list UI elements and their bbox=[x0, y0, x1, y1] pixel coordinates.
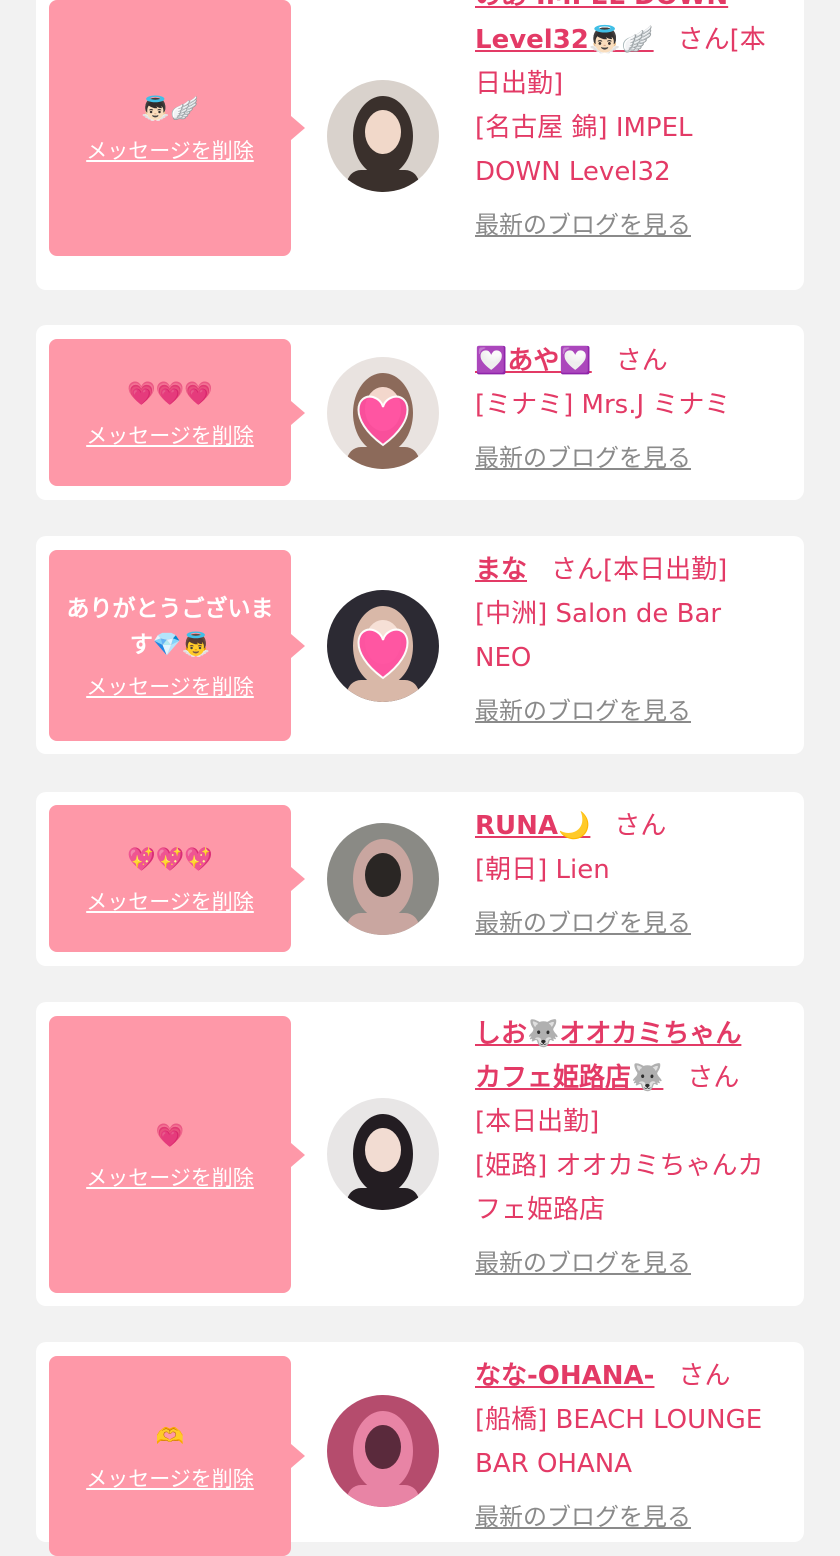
cast-name-link[interactable]: しお🐺オオカミちゃん bbox=[475, 1019, 741, 1049]
latest-blog-link[interactable]: 最新のブログを見る bbox=[475, 208, 691, 242]
cast-name-link[interactable]: Level32👼🏻🪽 bbox=[475, 25, 654, 55]
name-line: Level32👼🏻🪽 さん[本 bbox=[475, 18, 795, 62]
delete-message-link[interactable]: メッセージを削除 bbox=[86, 1162, 254, 1192]
shift-status: [本日出勤] bbox=[603, 555, 728, 585]
cast-info: 💟あや💟 さん [ミナミ] Mrs.J ミナミ最新のブログを見る bbox=[475, 339, 795, 475]
message-text: 🫶 bbox=[155, 1424, 185, 1450]
avatar[interactable] bbox=[327, 80, 439, 192]
delete-message-link[interactable]: メッセージを削除 bbox=[86, 420, 254, 450]
avatar[interactable] bbox=[327, 1098, 439, 1210]
honorific: さん bbox=[677, 25, 730, 55]
profile-photo-icon bbox=[327, 1098, 439, 1210]
message-bubble: 🫶 メッセージを削除 bbox=[49, 1356, 305, 1556]
cast-info: RUNA🌙 さん [朝日] Lien 最新のブログを見る bbox=[475, 804, 795, 940]
name-line: カフェ姫路店🐺 さん bbox=[475, 1056, 795, 1100]
shop-info-line: [船橋] BEACH LOUNGE bbox=[475, 1405, 763, 1435]
cast-info: のあ IMPEL DOWN Level32👼🏻🪽 さん[本日出勤] [名古屋 錦] I… bbox=[475, 0, 795, 242]
message-card: 💗💗💗 メッセージを削除 💟あや💟 さん [ミナミ] Mrs.J ミナミ最新のブログを見… bbox=[36, 325, 804, 500]
shop-info-line: フェ姫路店 bbox=[475, 1195, 606, 1225]
cast-name-link[interactable]: なな-OHANA- bbox=[475, 1361, 654, 1391]
delete-message-link[interactable]: メッセージを削除 bbox=[86, 1463, 254, 1493]
avatar[interactable] bbox=[327, 590, 439, 702]
honorific: さん bbox=[615, 346, 668, 376]
profile-photo-icon bbox=[327, 823, 439, 935]
shift-status: [本 bbox=[729, 25, 766, 55]
shop-info-line: NEO bbox=[475, 643, 532, 673]
honorific: さん bbox=[687, 1063, 740, 1093]
latest-blog-link[interactable]: 最新のブログを見る bbox=[475, 1500, 691, 1534]
message-text: 💗 bbox=[155, 1122, 185, 1149]
message-bubble: 💗 メッセージを削除 bbox=[49, 1016, 305, 1293]
shop-info-line: [本日出勤] bbox=[475, 1107, 600, 1137]
name-line: RUNA🌙 さん bbox=[475, 804, 795, 848]
message-bubble: 💖💖💖 メッセージを削除 bbox=[49, 805, 305, 952]
honorific: さん bbox=[678, 1361, 731, 1391]
latest-blog-link[interactable]: 最新のブログを見る bbox=[475, 906, 691, 940]
name-line: 💟あや💟 さん bbox=[475, 339, 795, 383]
latest-blog-link[interactable]: 最新のブログを見る bbox=[475, 694, 691, 728]
shop-info-line: BAR OHANA bbox=[475, 1449, 632, 1479]
latest-blog-link[interactable]: 最新のブログを見る bbox=[475, 441, 691, 475]
message-bubble: 👼🏻🪽 メッセージを削除 bbox=[49, 0, 305, 256]
message-bubble: 💗💗💗 メッセージを削除 bbox=[49, 339, 305, 486]
cast-info: まな さん[本日出勤] [中洲] Salon de Bar NEO 最新のブログを見る bbox=[475, 548, 795, 728]
avatar[interactable] bbox=[327, 357, 439, 469]
message-card: 💗 メッセージを削除 しお🐺オオカミちゃん カフェ姫路店🐺 さん [本日出勤] [姫路] オ… bbox=[36, 1002, 804, 1306]
cast-name-link[interactable]: のあ IMPEL DOWN bbox=[475, 0, 728, 11]
name-line: なな-OHANA- さん bbox=[475, 1354, 795, 1398]
message-card: 🫶 メッセージを削除 なな-OHANA- さん [船橋] BEACH LOUNGE BAR… bbox=[36, 1342, 804, 1556]
cast-name-link[interactable]: 💟あや💟 bbox=[475, 346, 592, 376]
message-text: 💗💗💗 bbox=[127, 380, 213, 407]
delete-message-link[interactable]: メッセージを削除 bbox=[86, 135, 254, 165]
profile-photo-heart-icon bbox=[327, 357, 439, 469]
name-line: まな さん[本日出勤] bbox=[475, 548, 795, 592]
name-line: しお🐺オオカミちゃん bbox=[475, 1012, 795, 1056]
honorific: さん bbox=[614, 811, 667, 841]
shop-info-line: [姫路] オオカミちゃんカ bbox=[475, 1151, 764, 1181]
message-card: 💖💖💖 メッセージを削除 RUNA🌙 さん [朝日] Lien 最新のブログを見る bbox=[36, 792, 804, 966]
shop-info-line: DOWN Level32 bbox=[475, 157, 671, 187]
cast-info: しお🐺オオカミちゃん カフェ姫路店🐺 さん [本日出勤] [姫路] オオカミちゃんカ フェ… bbox=[475, 1012, 795, 1280]
shop-info-line: [名古屋 錦] IMPEL bbox=[475, 113, 693, 143]
profile-photo-heart-icon bbox=[327, 590, 439, 702]
honorific: さん bbox=[551, 555, 604, 585]
shop-info-line: [中洲] Salon de Bar bbox=[475, 599, 722, 629]
shop-info-line: 日出勤] bbox=[475, 69, 564, 99]
cast-name-link[interactable]: まな bbox=[475, 555, 527, 585]
name-line: のあ IMPEL DOWN bbox=[475, 0, 795, 18]
shop-info-line: [朝日] Lien bbox=[475, 855, 610, 885]
latest-blog-link[interactable]: 最新のブログを見る bbox=[475, 1246, 691, 1280]
cast-name-link[interactable]: カフェ姫路店🐺 bbox=[475, 1063, 663, 1093]
delete-message-link[interactable]: メッセージを削除 bbox=[86, 886, 254, 916]
message-text: 👼🏻🪽 bbox=[141, 96, 199, 122]
message-text: 💖💖💖 bbox=[127, 846, 213, 873]
avatar[interactable] bbox=[327, 823, 439, 935]
cast-info: なな-OHANA- さん [船橋] BEACH LOUNGE BAR OHANA 最新の… bbox=[475, 1354, 795, 1534]
message-card: ありがとうございます💎👼 メッセージを削除 まな さん[本日出勤] [中洲] Salon… bbox=[36, 536, 804, 754]
profile-photo-icon bbox=[327, 80, 439, 192]
delete-message-link[interactable]: メッセージを削除 bbox=[86, 671, 254, 701]
profile-photo-icon bbox=[327, 1395, 439, 1507]
message-feed: 👼🏻🪽メッセージを削除のあ IMPEL DOWNLevel32👼🏻🪽さん[本日出… bbox=[0, 0, 840, 1556]
message-bubble: ありがとうございます💎👼 メッセージを削除 bbox=[49, 550, 305, 741]
message-card: 👼🏻🪽 メッセージを削除 のあ IMPEL DOWN Level32👼🏻🪽 さん[本日出… bbox=[36, 0, 804, 290]
shop-info-line: [ミナミ] Mrs.J ミナミ bbox=[475, 390, 731, 420]
cast-name-link[interactable]: RUNA🌙 bbox=[475, 811, 590, 841]
avatar[interactable] bbox=[327, 1395, 439, 1507]
message-text: ありがとうございます💎👼 bbox=[66, 595, 274, 658]
